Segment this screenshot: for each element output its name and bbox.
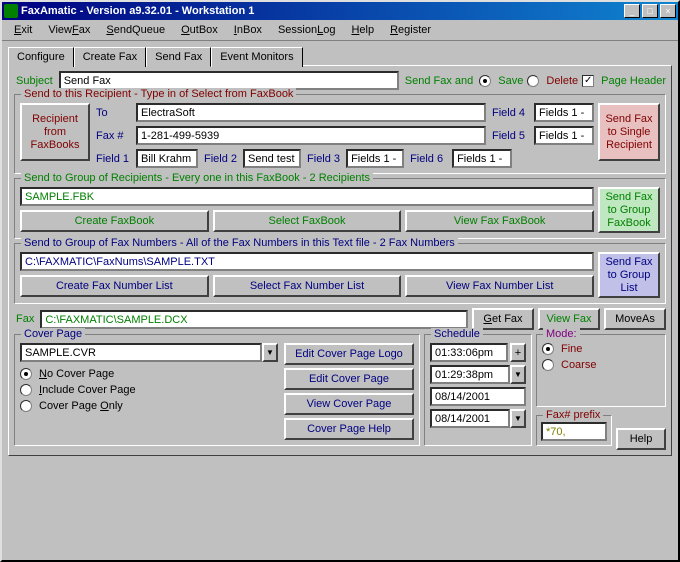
save-radio[interactable] (479, 75, 491, 87)
help-button[interactable]: Help (616, 428, 666, 450)
delete-label: Delete (546, 75, 578, 87)
fax-file-input[interactable]: C:\FAXMATIC\SAMPLE.DCX (40, 310, 468, 329)
field6-input[interactable]: Fields 1 - (452, 149, 512, 168)
menu-viewfax[interactable]: ViewFax (42, 22, 96, 38)
menu-help[interactable]: Help (345, 22, 380, 38)
app-icon (4, 4, 18, 18)
menu-exit[interactable]: Exit (8, 22, 38, 38)
include-cover-label: Include Cover Page (39, 384, 136, 396)
cover-only-label: Cover Page Only (39, 400, 123, 412)
numbers-file-input[interactable]: C:\FAXMATIC\FaxNums\SAMPLE.TXT (20, 252, 594, 271)
select-faxbook-button[interactable]: Select FaxBook (213, 210, 402, 232)
tab-send-fax[interactable]: Send Fax (146, 47, 211, 67)
delete-radio[interactable] (527, 75, 539, 87)
menu-register[interactable]: Register (384, 22, 437, 38)
schedule-time2[interactable]: 01:29:38pm (430, 365, 510, 384)
get-fax-button[interactable]: Get Fax (472, 308, 534, 330)
no-cover-label: No Cover Page (39, 368, 114, 380)
field1-label: Field 1 (94, 153, 132, 165)
field5-input[interactable]: Fields 1 - (534, 126, 594, 145)
cover-file-dropdown[interactable]: ▼ (262, 343, 278, 362)
fax-number-label: Fax # (94, 130, 132, 142)
mode-legend: Mode: (543, 328, 580, 340)
schedule-plus-button[interactable]: + (510, 343, 526, 362)
mode-coarse-label: Coarse (561, 359, 596, 371)
no-cover-radio[interactable] (20, 368, 32, 380)
page-header-label: Page Header (601, 75, 666, 87)
field2-input[interactable]: Send test (243, 149, 301, 168)
view-fax-button[interactable]: View Fax (538, 308, 600, 330)
send-fax-group-faxbook-button[interactable]: Send Fax to Group FaxBook (598, 187, 660, 233)
create-number-list-button[interactable]: Create Fax Number List (20, 275, 209, 297)
field4-label: Field 4 (490, 107, 530, 119)
subject-label: Subject (14, 75, 55, 87)
titlebar: FaxAmatic - Version a9.32.01 - Workstati… (2, 2, 678, 20)
move-as-button[interactable]: MoveAs (604, 308, 666, 330)
recipient-from-faxbooks-button[interactable]: Recipient from FaxBooks (20, 103, 90, 161)
tab-strip: Configure Create Fax Send Fax Event Moni… (8, 47, 672, 67)
recipient-legend: Send to this Recipient - Type in of Sele… (21, 88, 296, 100)
send-fax-single-button[interactable]: Send Fax to Single Recipient (598, 103, 660, 161)
field3-label: Field 3 (305, 153, 342, 165)
field5-label: Field 5 (490, 130, 530, 142)
fax-label: Fax (14, 313, 36, 325)
cover-file-input[interactable]: SAMPLE.CVR (20, 343, 262, 362)
schedule-date2[interactable]: 08/14/2001 (430, 409, 510, 428)
cover-help-button[interactable]: Cover Page Help (284, 418, 414, 440)
numbers-legend: Send to Group of Fax Numbers - All of th… (21, 237, 458, 249)
save-label: Save (498, 75, 523, 87)
field3-input[interactable]: Fields 1 - (346, 149, 404, 168)
menu-inbox[interactable]: InBox (228, 22, 268, 38)
field6-label: Field 6 (408, 153, 448, 165)
view-faxbook-button[interactable]: View Fax FaxBook (405, 210, 594, 232)
view-cover-button[interactable]: View Cover Page (284, 393, 414, 415)
menu-sendqueue[interactable]: SendQueue (100, 22, 171, 38)
prefix-input[interactable]: *70, (541, 422, 607, 441)
maximize-button[interactable]: □ (642, 4, 658, 18)
group-legend: Send to Group of Recipients - Every one … (21, 172, 373, 184)
cover-only-radio[interactable] (20, 400, 32, 412)
schedule-date2-dropdown[interactable]: ▼ (510, 409, 526, 428)
to-input[interactable]: ElectraSoft (136, 103, 486, 122)
view-number-list-button[interactable]: View Fax Number List (405, 275, 594, 297)
schedule-time1: 01:33:06pm (430, 343, 508, 362)
page-header-check[interactable]: ✓ (582, 75, 594, 87)
menubar: Exit ViewFax SendQueue OutBox InBox Sess… (2, 20, 678, 41)
schedule-date1: 08/14/2001 (430, 387, 526, 406)
mode-fine-radio[interactable] (542, 343, 554, 355)
schedule-legend: Schedule (431, 328, 483, 340)
window-title: FaxAmatic - Version a9.32.01 - Workstati… (21, 5, 624, 17)
field2-label: Field 2 (202, 153, 239, 165)
group-file-input[interactable]: SAMPLE.FBK (20, 187, 594, 206)
tab-create-fax[interactable]: Create Fax (74, 47, 146, 67)
select-number-list-button[interactable]: Select Fax Number List (213, 275, 402, 297)
minimize-button[interactable]: _ (624, 4, 640, 18)
field1-input[interactable]: Bill Krahm (136, 149, 198, 168)
fax-number-input[interactable]: 1-281-499-5939 (136, 126, 486, 145)
edit-cover-logo-button[interactable]: Edit Cover Page Logo (284, 343, 414, 365)
include-cover-radio[interactable] (20, 384, 32, 396)
field4-input[interactable]: Fields 1 - (534, 103, 594, 122)
mode-fine-label: Fine (561, 343, 582, 355)
tab-event-monitors[interactable]: Event Monitors (211, 47, 302, 67)
menu-outbox[interactable]: OutBox (175, 22, 224, 38)
mode-coarse-radio[interactable] (542, 359, 554, 371)
close-button[interactable]: × (660, 4, 676, 18)
create-faxbook-button[interactable]: Create FaxBook (20, 210, 209, 232)
schedule-time2-dropdown[interactable]: ▼ (510, 365, 526, 384)
prefix-legend: Fax# prefix (543, 409, 603, 421)
cover-legend: Cover Page (21, 328, 85, 340)
send-fax-and-label: Send Fax and (403, 75, 476, 87)
tab-configure[interactable]: Configure (8, 47, 74, 67)
menu-sessionlog[interactable]: SessionLog (272, 22, 342, 38)
send-fax-group-list-button[interactable]: Send Fax to Group List (598, 252, 660, 298)
edit-cover-button[interactable]: Edit Cover Page (284, 368, 414, 390)
to-label: To (94, 107, 132, 119)
